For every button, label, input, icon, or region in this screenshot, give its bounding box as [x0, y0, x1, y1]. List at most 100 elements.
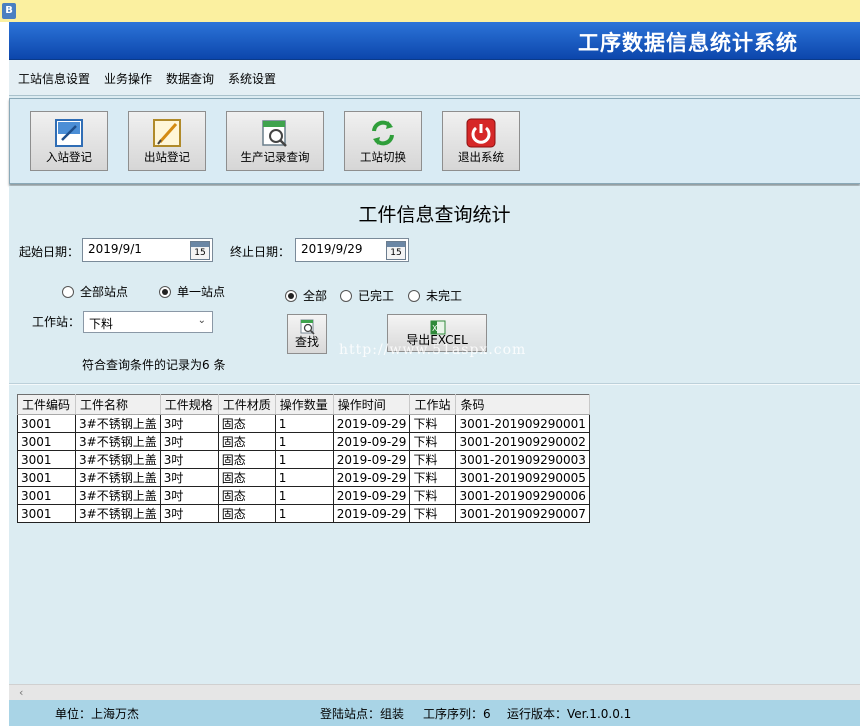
- start-date-picker[interactable]: 2019/9/1 15: [82, 238, 213, 262]
- table-cell: 3#不锈钢上盖: [75, 432, 161, 451]
- table-row[interactable]: 3001 3#不锈钢上盖 3吋 固态 1 2019-09-29 下料 3001-…: [17, 432, 590, 451]
- table-cell: 3#不锈钢上盖: [75, 414, 161, 433]
- table-cell: 下料: [409, 414, 457, 433]
- table-cell: 2019-09-29: [332, 450, 411, 469]
- table-row[interactable]: 3001 3#不锈钢上盖 3吋 固态 1 2019-09-29 下料 3001-…: [17, 486, 590, 505]
- check-in-icon: [55, 119, 83, 147]
- table-cell: 固态: [217, 432, 276, 451]
- station-select[interactable]: 下料 ⌄: [83, 311, 213, 333]
- table-cell: 1: [274, 414, 334, 433]
- table-cell: 3吋: [159, 414, 219, 433]
- check-out-label: 出站登记: [144, 150, 190, 164]
- record-search-icon: [262, 120, 287, 147]
- table-cell: 3001-201909290001: [455, 414, 590, 433]
- table-cell: 2019-09-29: [332, 486, 411, 505]
- end-date-picker[interactable]: 2019/9/29 15: [295, 238, 409, 262]
- exit-system-button[interactable]: 退出系统: [442, 111, 520, 171]
- check-in-label: 入站登记: [46, 150, 92, 164]
- column-header[interactable]: 工作站: [409, 394, 457, 415]
- column-header[interactable]: 操作时间: [333, 394, 411, 415]
- table-cell: 1: [274, 450, 334, 469]
- check-out-button[interactable]: 出站登记: [128, 111, 206, 171]
- table-cell: 固态: [217, 504, 276, 523]
- page-title: 工件信息查询统计: [358, 204, 511, 226]
- calendar-icon[interactable]: 15: [190, 241, 210, 260]
- radio-dot: [408, 289, 420, 302]
- table-cell: 下料: [409, 450, 457, 469]
- exit-system-label: 退出系统: [458, 150, 504, 164]
- divider: [9, 383, 860, 385]
- status-bar: 单位：上海万杰 登陆站点：组装 工序序列：6 运行版本：Ver.1.0.0.1: [9, 700, 860, 726]
- table-cell: 3001: [17, 450, 76, 469]
- table-cell: 3吋: [159, 504, 219, 523]
- radio-status-incomplete[interactable]: 未完工: [408, 287, 462, 304]
- radio-status-all[interactable]: 全部: [285, 287, 327, 304]
- radio-status-completed[interactable]: 已完工: [340, 287, 394, 304]
- horizontal-scrollbar[interactable]: ‹: [9, 684, 860, 700]
- column-header[interactable]: 工件材质: [218, 394, 276, 415]
- production-record-query-label: 生产记录查询: [240, 150, 310, 164]
- table-row[interactable]: 3001 3#不锈钢上盖 3吋 固态 1 2019-09-29 下料 3001-…: [17, 450, 590, 469]
- table-row[interactable]: 3001 3#不锈钢上盖 3吋 固态 1 2019-09-29 下料 3001-…: [17, 468, 590, 487]
- watermark: http://www.51aspx.com: [339, 342, 527, 358]
- column-header[interactable]: 条码: [455, 394, 590, 415]
- menu-data-query[interactable]: 数据查询: [166, 70, 214, 87]
- radio-dot: [62, 285, 74, 298]
- table-cell: 固态: [217, 414, 276, 433]
- end-date-label: 终止日期：: [230, 245, 291, 259]
- record-count-text: 符合查询条件的记录为6 条: [82, 358, 226, 372]
- table-cell: 2019-09-29: [332, 432, 411, 451]
- table-cell: 3001: [17, 468, 76, 487]
- table-cell: 3吋: [159, 432, 219, 451]
- column-header[interactable]: 工件名称: [75, 394, 161, 415]
- status-sequence: 工序序列：6: [423, 707, 491, 721]
- station-switch-button[interactable]: 工站切换: [344, 111, 422, 171]
- table-cell: 3001-201909290007: [455, 504, 590, 523]
- production-record-query-button[interactable]: 生产记录查询: [226, 111, 324, 171]
- radio-dot: [340, 289, 352, 302]
- table-cell: 3001-201909290002: [455, 432, 590, 451]
- menu-station-settings[interactable]: 工站信息设置: [18, 70, 90, 87]
- menu-system-settings[interactable]: 系统设置: [228, 70, 276, 87]
- table-cell: 下料: [409, 468, 457, 487]
- table-cell: 3001: [17, 504, 76, 523]
- table-cell: 3#不锈钢上盖: [75, 486, 161, 505]
- status-version: 运行版本：Ver.1.0.0.1: [507, 707, 632, 721]
- check-in-button[interactable]: 入站登记: [30, 111, 108, 171]
- radio-single-station[interactable]: 单一站点: [159, 283, 225, 300]
- search-button[interactable]: 查找: [287, 314, 327, 354]
- app-icon: B: [2, 3, 16, 19]
- column-header[interactable]: 操作数量: [275, 394, 334, 415]
- calendar-icon[interactable]: 15: [386, 241, 406, 260]
- table-cell: 3#不锈钢上盖: [75, 468, 161, 487]
- table-cell: 3#不锈钢上盖: [75, 504, 161, 523]
- table-cell: 2019-09-29: [332, 468, 411, 487]
- table-cell: 3001-201909290006: [455, 486, 590, 505]
- table-cell: 3吋: [159, 486, 219, 505]
- radio-all-stations[interactable]: 全部站点: [62, 283, 128, 300]
- table-row[interactable]: 3001 3#不锈钢上盖 3吋 固态 1 2019-09-29 下料 3001-…: [17, 504, 590, 523]
- table-cell: 下料: [409, 504, 457, 523]
- end-date-value: 2019/9/29: [301, 242, 363, 256]
- table-cell: 固态: [217, 468, 276, 487]
- search-label: 查找: [294, 335, 319, 349]
- results-table[interactable]: 工件编码 工件名称 工件规格 工件材质 操作数量 操作时间 工作站 条码 300…: [17, 394, 590, 523]
- table-cell: 3吋: [159, 468, 219, 487]
- query-panel: 工件信息查询统计 起始日期： 2019/9/1 15 终止日期： 2019/9/…: [9, 186, 860, 684]
- station-label: 工作站：: [32, 315, 81, 329]
- app-banner: 工序数据信息统计系统: [9, 22, 860, 60]
- check-out-icon: [153, 119, 181, 147]
- table-cell: 3吋: [159, 450, 219, 469]
- column-header[interactable]: 工件编码: [17, 394, 76, 415]
- chevron-left-icon[interactable]: ‹: [19, 686, 23, 699]
- table-cell: 下料: [409, 486, 457, 505]
- app-title: 工序数据信息统计系统: [578, 30, 798, 55]
- menu-business-ops[interactable]: 业务操作: [104, 70, 152, 87]
- table-cell: 3001-201909290005: [455, 468, 590, 487]
- station-select-value: 下料: [89, 317, 114, 331]
- column-header[interactable]: 工件规格: [160, 394, 219, 415]
- table-row[interactable]: 3001 3#不锈钢上盖 3吋 固态 1 2019-09-29 下料 3001-…: [17, 414, 590, 433]
- table-cell: 3001-201909290003: [455, 450, 590, 469]
- table-cell: 3001: [17, 414, 76, 433]
- table-cell: 3001: [17, 432, 76, 451]
